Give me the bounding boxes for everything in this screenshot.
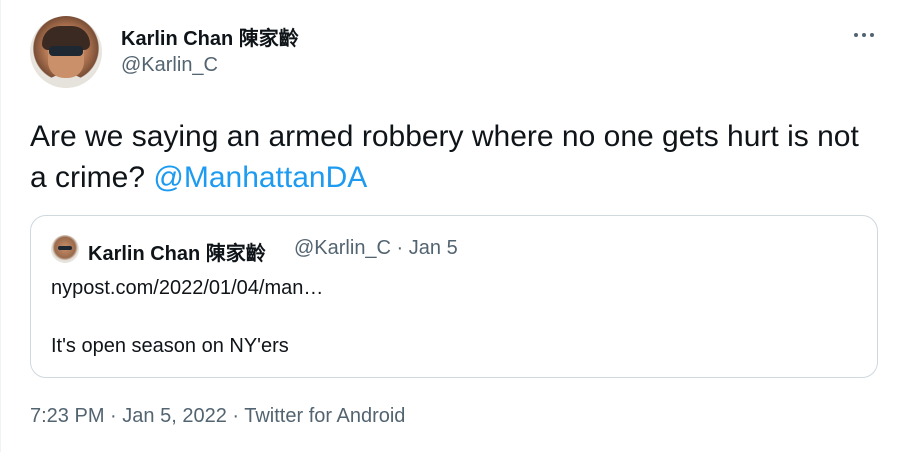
quoted-avatar-glasses [58,246,72,250]
author-avatar[interactable] [30,16,102,88]
mention-link[interactable]: @ManhattanDA [153,161,367,194]
footer-separator-2: · [232,405,240,427]
more-horizontal-icon [854,33,858,37]
quoted-tweet-text: It's open season on NY'ers [51,335,289,357]
author-handle[interactable]: @Karlin_C [121,54,218,77]
avatar-glasses [49,46,83,56]
quoted-author-display-name: Karlin Chan 陳家齡 [88,243,266,265]
footer-separator: · [110,405,117,427]
more-horizontal-icon-dot [870,33,874,37]
tweet-source[interactable]: Twitter for Android [244,405,405,427]
quoted-tweet-meta: @Karlin_C · Jan 5 [294,237,458,259]
more-options-button[interactable] [847,24,881,46]
tweet-time[interactable]: 7:23 PM [30,405,104,427]
tweet-text: Are we saying an armed robbery where no … [30,116,880,198]
tweet-card: Karlin Chan 陳家齡 @Karlin_C Are we saying … [0,0,908,452]
quoted-tweet[interactable]: Karlin Chan 陳家齡 @Karlin_C · Jan 5 nypost… [30,215,878,378]
tweet-date[interactable]: Jan 5, 2022 [122,405,227,427]
quoted-author-avatar [51,235,79,263]
quoted-tweet-spacer [51,303,861,332]
quoted-tweet-body: nypost.com/2022/01/04/man… It's open sea… [51,274,861,361]
author-display-name[interactable]: Karlin Chan 陳家齡 [121,22,299,51]
tweet-footer: 7:23 PM · Jan 5, 2022 · Twitter for Andr… [30,405,405,428]
more-horizontal-icon-dot [862,33,866,37]
quoted-tweet-link[interactable]: nypost.com/2022/01/04/man… [51,274,861,303]
